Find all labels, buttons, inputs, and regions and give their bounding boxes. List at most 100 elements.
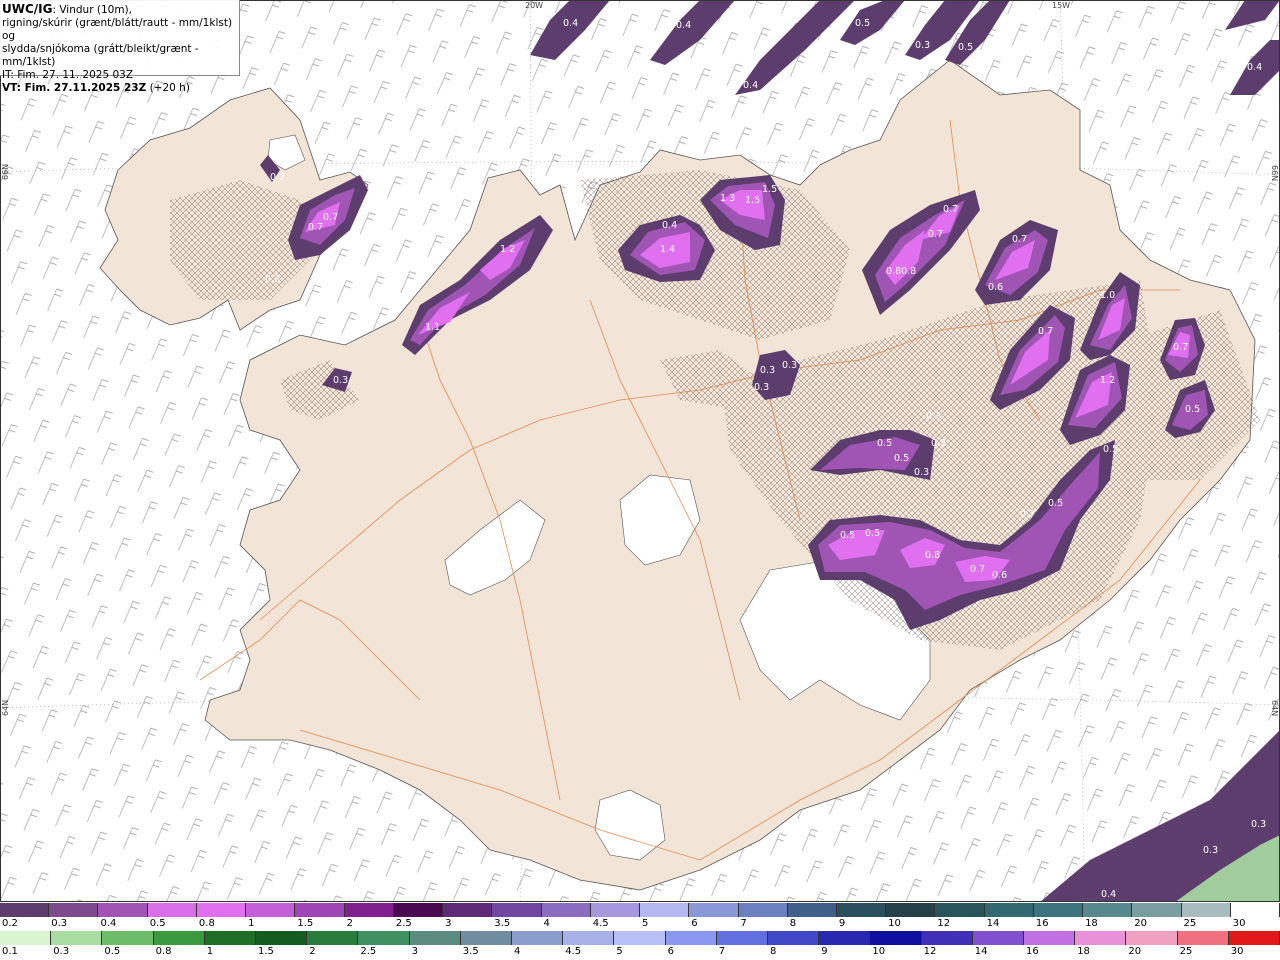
- lat-label-64n-left: 64N: [1, 700, 10, 716]
- legend-swatch: [153, 931, 205, 945]
- precip-label: 1.2: [1100, 375, 1115, 386]
- legend-label: 30: [1230, 946, 1244, 957]
- legend-label: 18: [1077, 946, 1090, 957]
- legend-swatch: [1024, 931, 1076, 945]
- lon-label-15w: 15W: [1052, 1, 1070, 10]
- map-info-box: UWC/IG: Vindur (10m), rigning/skúrir (gr…: [0, 0, 240, 94]
- legend-label: 20: [1128, 946, 1142, 957]
- legend-swatch: [307, 931, 359, 945]
- legend-label: 2.5: [360, 946, 377, 957]
- legend-swatch: [102, 931, 154, 945]
- precip-label: 0.7: [943, 204, 958, 215]
- precip-label: 0.5: [855, 18, 870, 29]
- precip-label: 0.3: [914, 467, 929, 478]
- precip-label: 0.5: [840, 530, 855, 541]
- legend-label: 4.5: [565, 946, 582, 957]
- legend-swatch: [358, 931, 410, 945]
- legend-label: 6: [691, 918, 698, 929]
- legend-label: 9: [838, 918, 846, 929]
- legend-swatch: [204, 931, 257, 945]
- precip-label: 0.3: [1251, 819, 1266, 830]
- legend-swatch: [738, 903, 788, 917]
- legend-label: 25: [1179, 946, 1193, 957]
- legend-label: 2: [346, 918, 353, 929]
- legend-swatch: [246, 903, 296, 917]
- legend-swatch: [1181, 903, 1231, 917]
- legend-label: 0.8: [198, 918, 215, 929]
- legend-label: 3: [445, 918, 452, 929]
- legend-label: 0.3: [53, 946, 70, 957]
- precip-label: 0.4: [743, 80, 758, 91]
- precip-label: 0.8: [925, 550, 940, 561]
- legend-rain: 0.1 0.3 0.5 0.8 1 1.5 2 2.5 3 3.5 4 4.5 5 6 7 8 9 10 12 14 1…: [0, 931, 1280, 959]
- legend-rain-swatches: [0, 931, 1280, 945]
- legend-swatch: [716, 931, 769, 945]
- legend-label: 7: [740, 918, 747, 929]
- header-line1: : Vindur (10m),: [52, 4, 132, 16]
- lat-label-66n-left: 66N: [1, 164, 10, 180]
- legend-label: 2.5: [395, 918, 412, 929]
- legend-label: 4: [514, 946, 521, 957]
- valid-time: VT: Fim. 27.11.2025 23Z: [2, 82, 147, 94]
- legend-label: 18: [1085, 918, 1098, 929]
- legend-swatch: [870, 931, 922, 945]
- precip-label: 0.3: [333, 375, 348, 386]
- precip-label: 1.4: [660, 244, 675, 255]
- precip-label: 1.5: [745, 195, 760, 206]
- precip-label: 0.3: [782, 360, 797, 371]
- precip-label: 0.5: [1103, 444, 1118, 455]
- legend-swatch: [1177, 931, 1229, 945]
- precip-label: 0.7: [970, 564, 985, 575]
- legend-label: 14: [986, 918, 1000, 929]
- legend-label: 10: [872, 946, 886, 957]
- legend-swatch: [443, 903, 493, 917]
- legend-swatch: [49, 903, 99, 917]
- legend-label: 16: [1035, 918, 1049, 929]
- legend-swatch: [819, 931, 871, 945]
- legend-swatch: [665, 931, 717, 945]
- precip-label: 0.3: [915, 40, 930, 51]
- legend-swatch: [590, 903, 641, 917]
- precip-label: 0.80.8: [886, 266, 916, 277]
- legend-swatch: [0, 931, 52, 945]
- legend-label: 9: [821, 946, 828, 957]
- legend-swatch: [492, 903, 542, 917]
- legend-swatch: [768, 931, 820, 945]
- legend-swatch: [1230, 903, 1280, 917]
- legend-swatch: [972, 931, 1025, 945]
- legend-label: 8: [789, 918, 797, 929]
- legend-swatch: [344, 903, 394, 917]
- precip-label: 0.5: [1048, 498, 1063, 509]
- legend-swatch: [1228, 931, 1280, 945]
- precip-label: 0.5: [877, 438, 892, 449]
- precip-label: 0.4: [1101, 889, 1116, 900]
- legend-swatch: [196, 903, 247, 917]
- precip-label: 0.6: [992, 570, 1007, 581]
- legend-label: 0.5: [104, 946, 121, 957]
- legend-swatch: [563, 931, 615, 945]
- precip-label: 0.7: [308, 222, 323, 233]
- legend-swatch: [409, 931, 461, 945]
- legend-label: 0.4: [100, 918, 117, 929]
- legend-swatch: [393, 903, 444, 917]
- legend-swatch: [886, 903, 936, 917]
- legend-swatch: [1126, 931, 1178, 945]
- legend-label: 4.5: [592, 918, 609, 929]
- legend-snow: 0.2 0.3 0.4 0.5 0.8 1 1.5 2 2.5 3 3.5 4 4.5 5 6 7 8 9 10 12…: [0, 903, 1280, 931]
- legend-label: 3.5: [494, 918, 511, 929]
- legend-swatch: [147, 903, 197, 917]
- product-title: UWC/IG: [2, 2, 53, 16]
- legend-label: 14: [974, 946, 988, 957]
- weather-map[interactable]: 20W 15W 66N 64N 66N 64N 0.4 0.4 0.4 0.5 …: [0, 0, 1280, 902]
- legend-label: 0.3: [51, 918, 68, 929]
- legend-swatch: [541, 903, 591, 917]
- legend-label: 8: [770, 946, 777, 957]
- legend-swatch: [787, 903, 837, 917]
- legend-label: 5: [616, 946, 623, 957]
- legend-label: 3.5: [462, 946, 479, 957]
- legend-snow-swatches: [0, 903, 1280, 917]
- legend-swatch: [295, 903, 345, 917]
- header-line3: slydda/snjókoma (grátt/bleikt/grænt - mm…: [2, 43, 199, 68]
- legend-label: 1.5: [297, 918, 314, 929]
- precip-label: 0.7: [1020, 509, 1035, 520]
